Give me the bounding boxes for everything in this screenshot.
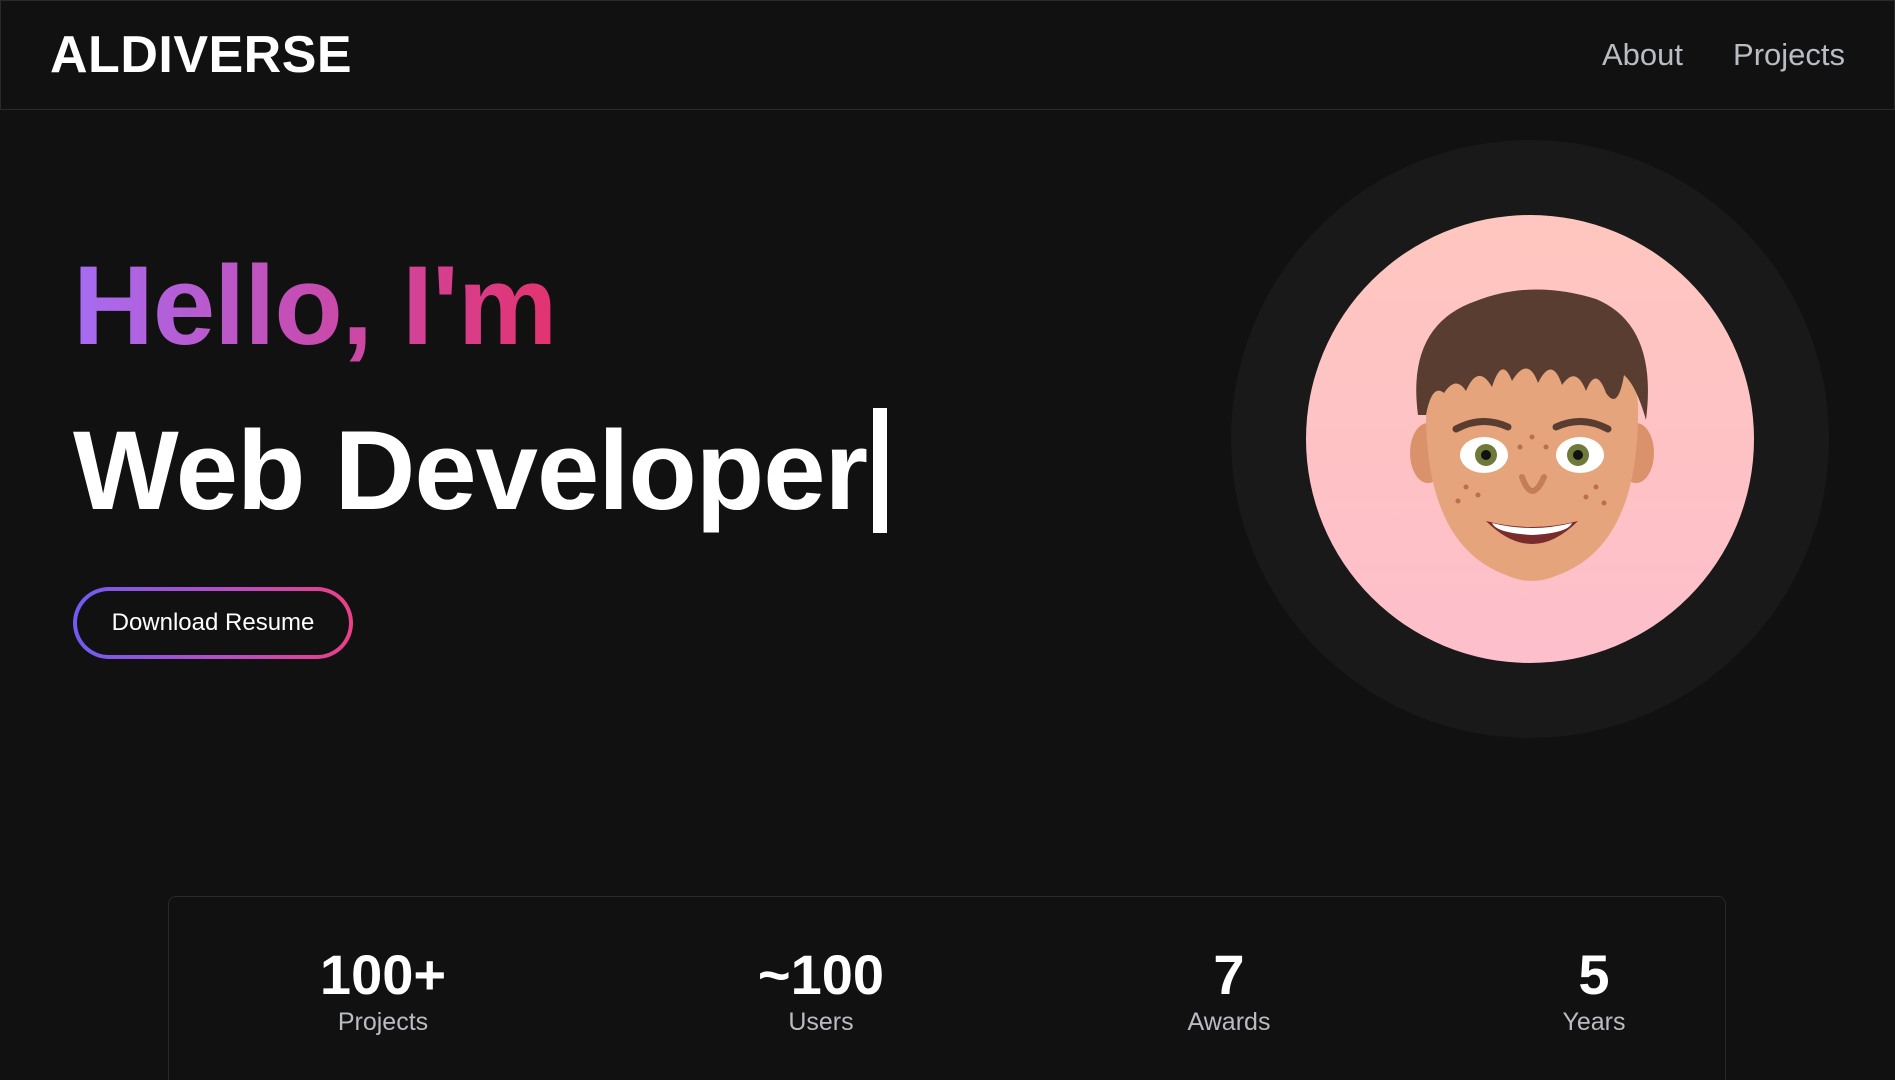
typing-caret — [873, 408, 888, 533]
hero-role-text: Web Developer — [73, 407, 868, 533]
page: ALDIVERSE About Projects Hello, I'm Web … — [0, 0, 1895, 1080]
memoji-avatar-icon — [1410, 289, 1654, 581]
stat-label: Years — [1562, 1008, 1626, 1036]
stat-label: Projects — [337, 1008, 429, 1036]
stat-label: Awards — [1187, 1008, 1271, 1036]
nav-link-projects[interactable]: Projects — [1733, 37, 1845, 73]
stat-label: Users — [788, 1008, 854, 1036]
main-nav: About Projects — [1602, 37, 1845, 73]
stat-years: 5 Years — [1444, 945, 1744, 1037]
stat-projects: 100+ Projects — [233, 945, 533, 1037]
download-resume-button[interactable]: Download Resume — [73, 587, 353, 659]
stats-panel: 100+ Projects ~100 Users 7 Awards 5 Year… — [168, 896, 1726, 1080]
stat-users: ~100 Users — [671, 945, 971, 1037]
stat-value: ~100 — [757, 943, 885, 1006]
nav-link-about[interactable]: About — [1602, 37, 1683, 73]
stat-value: 5 — [1578, 943, 1610, 1006]
hero-greeting: Hello, I'm — [73, 243, 557, 368]
stat-value: 100+ — [319, 943, 447, 1006]
avatar — [1306, 215, 1754, 663]
site-header: ALDIVERSE About Projects — [0, 0, 1895, 110]
logo[interactable]: ALDIVERSE — [50, 29, 352, 81]
stat-value: 7 — [1213, 943, 1245, 1006]
stat-awards: 7 Awards — [1079, 945, 1379, 1037]
hero-role: Web Developer — [73, 407, 888, 533]
download-resume-label: Download Resume — [77, 591, 349, 655]
